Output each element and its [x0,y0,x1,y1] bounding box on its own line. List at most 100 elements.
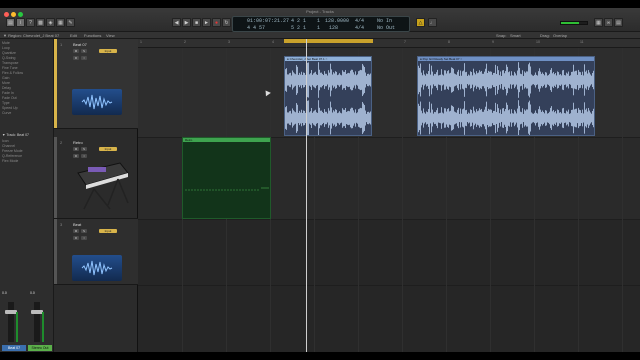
track-name[interactable]: Beat 07 [73,42,87,47]
ruler-mark: 1 [140,40,142,44]
track-inspector-row[interactable]: Icon [2,139,52,143]
tracks-area[interactable]: ● Chevrolet_J Set Beat 07.1 ○ ● Pop Girl… [138,48,640,352]
track-name[interactable]: Retro [73,140,83,145]
tuner-button[interactable]: ♩ [428,18,437,27]
inspector-row[interactable]: Fine Tune [2,66,52,70]
record-arm-button[interactable]: R [73,56,79,60]
editors-button[interactable]: ✎ [66,18,75,27]
functions-menu[interactable]: Functions [84,33,101,38]
lcd-tempo-2: 128 [329,25,339,31]
inspector-row[interactable]: More [2,81,52,85]
track-name[interactable]: Beat [73,222,81,227]
input-button[interactable]: Input [99,229,117,233]
drag-select[interactable]: Overlap [553,33,567,38]
inspector-row[interactable]: Mute [2,41,52,45]
inspector-row[interactable]: Flex & Follow [2,71,52,75]
library-button[interactable]: ▤ [6,18,15,27]
view-menu[interactable]: View [106,33,115,38]
bar-ruler[interactable]: 1 2 3 4 5 6 7 8 9 10 11 [138,39,640,48]
mute-button[interactable]: M [73,229,79,233]
ruler-mark: 9 [492,40,494,44]
solo-button[interactable]: S [81,147,87,151]
channel-b-level-meter [42,312,44,342]
inspector-row[interactable]: Curve [2,111,52,115]
channel-b-name[interactable]: Stereo Out [28,345,52,351]
inspector-row[interactable]: Fade In [2,91,52,95]
lcd-position: 4 4 57 [247,25,266,31]
drag-label: Drag: [540,33,550,38]
inspector-row[interactable]: Loop [2,46,52,50]
track-inspector-header[interactable]: ▼ Track: Beat 07 [2,133,52,137]
lcd-input: No In [377,18,393,24]
inspector-row[interactable]: Transpose [2,61,52,65]
channel-a-fader[interactable] [5,302,17,342]
play-icon[interactable]: ► [202,18,211,27]
minimize-icon[interactable] [11,12,16,17]
input-button[interactable]: Input [99,147,117,151]
channel-b-fader[interactable] [31,302,43,342]
channel-a-name[interactable]: Beat 07 [2,345,26,351]
midi-region[interactable]: Retro [182,137,271,219]
record-arm-button[interactable]: R [73,236,79,240]
cycle-region[interactable] [284,39,373,43]
inspector-row[interactable]: Speed Up [2,106,52,110]
input-monitor-button[interactable]: I [81,154,87,158]
region-label: ▼ Region: Chevrolet_J Beat 07 [3,33,60,38]
track-number: 3 [60,222,63,227]
edit-menu[interactable]: Edit [70,33,77,38]
inspector-row[interactable]: Quantize [2,51,52,55]
inspector-row[interactable]: Fade Out [2,96,52,100]
forward-icon[interactable]: ▶ [182,18,191,27]
waveform [418,62,594,135]
lcd-beats-2: 5 2 1 [291,25,307,31]
stop-icon[interactable]: ■ [192,18,201,27]
help-button[interactable]: ? [26,18,35,27]
close-icon[interactable] [4,12,9,17]
mute-button[interactable]: M [73,49,79,53]
channel-a-level-meter [16,312,18,342]
lcd-display[interactable]: 01:00:07:21.27 4 4 57 4 2 1 5 2 1 1 1 12… [232,16,410,32]
cycle-icon[interactable]: ↻ [222,18,231,27]
ruler-mark: 8 [448,40,450,44]
master-volume-meter[interactable] [560,21,588,25]
lcd-signature[interactable]: 4/4 [355,18,364,24]
inspector-button[interactable]: i [16,18,25,27]
snap-select[interactable]: Smart [510,33,521,38]
browser-button[interactable]: ▤ [614,18,623,27]
inspector-row[interactable]: Q-Swing [2,56,52,60]
mute-button[interactable]: M [73,147,79,151]
track-header[interactable]: 2 Retro M S Input R I [54,137,138,219]
solo-button[interactable]: S [81,49,87,53]
track-inspector-row[interactable]: Freeze Mode [2,149,52,153]
track-inspector-row[interactable]: Flex Mode [2,159,52,163]
playhead[interactable] [306,39,307,352]
ruler-mark: 11 [580,40,584,44]
toolbar-button[interactable]: ▩ [36,18,45,27]
inspector-row[interactable]: Gain [2,76,52,80]
lcd-time: 01:00:07:21.27 [247,18,290,24]
record-arm-button[interactable]: R [73,154,79,158]
solo-button[interactable]: S [81,229,87,233]
audio-region[interactable]: ● Chevrolet_J Set Beat 07.1 ○ [284,56,372,136]
input-monitor-button[interactable]: I [81,236,87,240]
input-monitor-button[interactable]: I [81,56,87,60]
zoom-icon[interactable] [18,12,23,17]
audio-region[interactable]: ● Pop Girl Ready Set Beat 07 ○ [417,56,595,136]
track-header[interactable]: 1 Beat 07 M S Input R I [54,39,138,129]
control-bar: Project - Tracks ▤ i ? ▩ ◈ ▦ ✎ ◀ ▶ ■ ► ●… [0,8,640,32]
lcd-tempo[interactable]: 128.0000 [325,18,349,24]
track-header[interactable]: 3 Beat M S Input R I [54,219,138,285]
inspector-row[interactable]: Type [2,101,52,105]
notepad-button[interactable]: ▦ [594,18,603,27]
track-list: 1 Beat 07 M S Input R I 2 Retro M S Inpu… [54,39,138,352]
track-inspector-row[interactable]: Q-Reference [2,154,52,158]
track-inspector-row[interactable]: Channel [2,144,52,148]
record-icon[interactable]: ● [212,18,221,27]
input-button[interactable]: Input [99,49,117,53]
rewind-icon[interactable]: ◀ [172,18,181,27]
metronome-icon[interactable]: △ [416,18,425,27]
smart-controls-button[interactable]: ◈ [46,18,55,27]
loop-browser-button[interactable]: ∞ [604,18,613,27]
inspector-row[interactable]: Delay [2,86,52,90]
mixer-button[interactable]: ▦ [56,18,65,27]
